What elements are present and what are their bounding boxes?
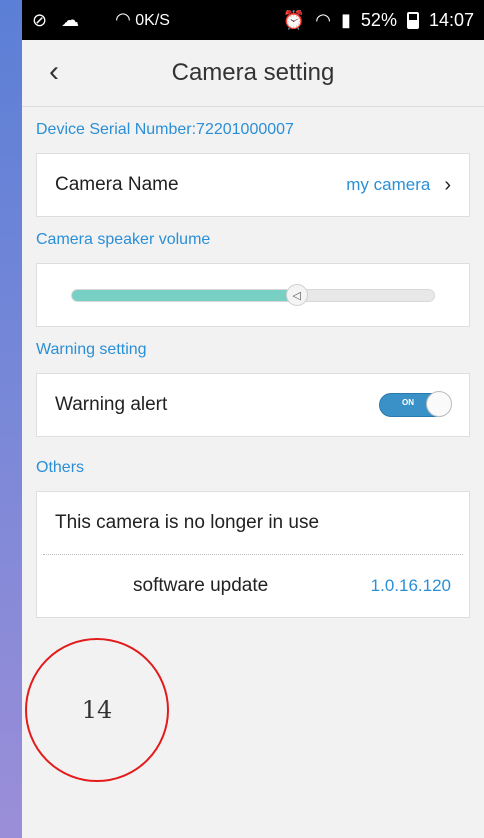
volume-slider-fill [72, 290, 297, 301]
no-sim-icon: ⊘ [32, 10, 48, 30]
weather-icon: ☁ [61, 10, 80, 30]
annotation-number: 14 [81, 696, 113, 724]
warning-alert-toggle[interactable]: ON [379, 391, 452, 417]
chevron-left-icon: ‹ [49, 55, 59, 88]
toggle-on-text: ON [402, 398, 414, 407]
wifi-icon: ◠ [115, 9, 131, 29]
title-bar: ‹ Camera setting [22, 40, 484, 107]
back-button[interactable]: ‹ [36, 54, 72, 90]
chevron-right-icon: › [444, 173, 451, 196]
software-update-row[interactable]: software update 1.0.16.120 [37, 555, 469, 617]
clock: 14:07 [428, 9, 474, 30]
warning-alert-label: Warning alert [55, 394, 168, 415]
others-card: This camera is no longer in use software… [36, 491, 470, 618]
annotation-circle: 14 [25, 638, 169, 782]
page-title: Camera setting [171, 59, 335, 86]
speaker-volume-section: Camera speaker volume [36, 231, 211, 248]
toggle-knob [426, 391, 452, 417]
camera-name-label: Camera Name [55, 174, 179, 195]
wifi-signal-icon: ◠ [315, 10, 332, 30]
camera-name-value: my camera [346, 175, 431, 194]
battery-icon [406, 11, 419, 29]
alarm-icon: ⏰ [282, 10, 306, 30]
warning-alert-row: Warning alert ON [37, 374, 469, 436]
software-update-label: software update [133, 575, 269, 596]
status-bar: ⊘ ☁ ◠ 0K/S ⏰ ◠ ▮ 52% 14:07 [22, 0, 484, 40]
volume-slider-thumb[interactable]: ◁ [285, 284, 308, 306]
software-version: 1.0.16.120 [370, 576, 451, 595]
warning-setting-section: Warning setting [36, 341, 147, 358]
net-speed: ◠ 0K/S [115, 9, 170, 29]
camera-name-row[interactable]: Camera Name my camera › [37, 154, 469, 216]
speaker-volume-card: ◁ [36, 263, 470, 327]
battery-percent: 52% [360, 9, 397, 30]
camera-name-card: Camera Name my camera › [36, 153, 470, 217]
volume-slider[interactable]: ◁ [37, 264, 469, 326]
volume-slider-track[interactable] [71, 289, 435, 302]
speaker-icon: ◁ [292, 289, 301, 302]
cell-signal-icon: ▮ [341, 10, 351, 30]
warning-card: Warning alert ON [36, 373, 470, 437]
no-longer-in-use-label: This camera is no longer in use [55, 512, 320, 533]
no-longer-in-use-row[interactable]: This camera is no longer in use [37, 492, 469, 554]
device-serial-number: Device Serial Number:72201000007 [36, 121, 294, 138]
others-section: Others [36, 459, 85, 476]
